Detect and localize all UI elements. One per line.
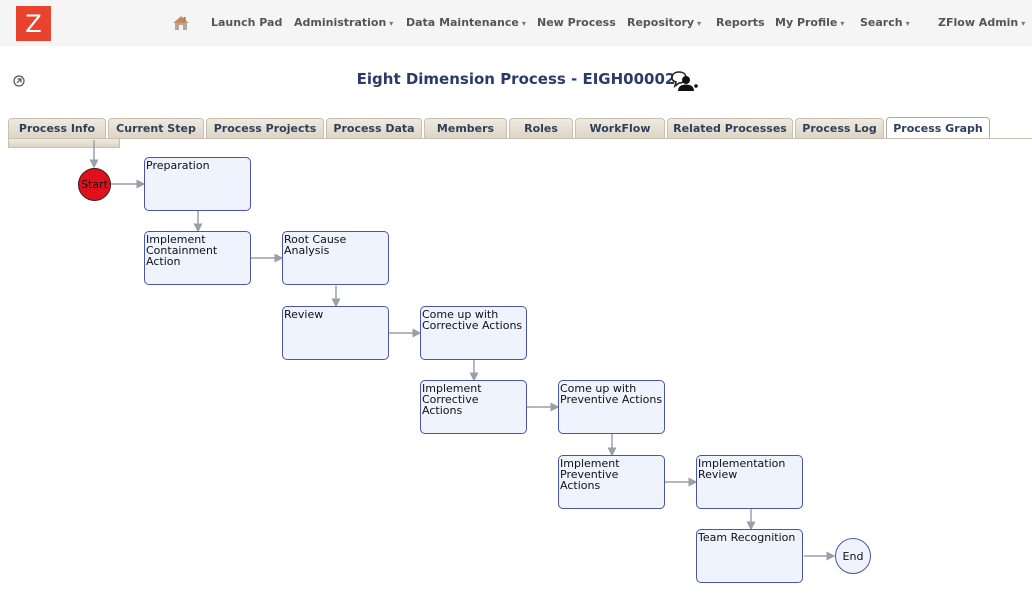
tab-label: Roles [524,122,558,135]
step-implementation-review[interactable]: Implementation Review [696,455,803,509]
nav-my-profile-label: My Profile [775,16,838,29]
tab-process-data[interactable]: Process Data [326,118,422,138]
chevron-down-icon: ▾ [521,19,526,28]
step-implement-containment-action[interactable]: Implement Containment Action [144,231,251,285]
home-icon[interactable] [172,14,190,32]
end-label: End [842,549,864,563]
tab-label: Process Data [333,122,415,135]
nav-user-menu-label: ZFlow Admin [938,16,1019,29]
nav-administration-label: Administration [294,16,387,29]
nav-data-maintenance[interactable]: Data Maintenance ▾ [406,16,526,29]
nav-reports[interactable]: Reports [716,16,765,29]
nav-data-maintenance-label: Data Maintenance [406,16,519,29]
page-title: Eight Dimension Process - EIGH00002 [356,70,676,88]
top-nav-bar: Z Launch Pad Administration ▾ Data Mainte… [0,0,1032,46]
step-implement-preventive-actions[interactable]: Implement Preventive Actions [558,455,665,509]
start-node[interactable]: Start [78,168,111,201]
step-review[interactable]: Review [282,306,389,360]
nav-search[interactable]: Search ▾ [860,16,910,29]
chevron-down-icon: ▾ [697,19,702,28]
chevron-down-icon: ▾ [840,19,845,28]
end-node[interactable]: End [835,538,871,574]
tab-workflow[interactable]: WorkFlow [575,118,665,138]
nav-administration[interactable]: Administration ▾ [294,16,393,29]
collapse-icon[interactable] [13,75,25,87]
tab-label: Related Processes [673,122,787,135]
tab-label: Members [436,122,495,135]
chevron-down-icon: ▾ [389,19,394,28]
tab-process-info[interactable]: Process Info [8,118,106,138]
tab-process-log[interactable]: Process Log [795,118,884,138]
nav-my-profile[interactable]: My Profile ▾ [775,16,844,29]
nav-new-process[interactable]: New Process [537,16,616,29]
step-root-cause-analysis[interactable]: Root Cause Analysis [282,231,389,285]
tab-roles[interactable]: Roles [509,118,573,138]
tab-related-processes[interactable]: Related Processes [667,118,793,138]
nav-launch-pad-label: Launch Pad [211,16,283,29]
nav-user-menu[interactable]: ZFlow Admin ▾ [938,16,1025,29]
tab-label: Current Step [116,122,196,135]
chevron-down-icon: ▾ [905,19,910,28]
tab-label: Process Projects [213,122,317,135]
step-come-up-with-corrective-actions[interactable]: Come up with Corrective Actions [420,306,527,360]
members-icon[interactable] [669,69,699,93]
tab-current-step[interactable]: Current Step [108,118,204,138]
start-label: Start [81,178,108,191]
tab-label: WorkFlow [589,122,651,135]
tab-divider [8,138,1032,139]
chevron-down-icon: ▾ [1021,19,1026,28]
tab-label: Process Graph [893,122,983,135]
process-graph: Start Preparation Implement Containment … [0,140,1032,607]
nav-repository[interactable]: Repository ▾ [627,16,701,29]
tab-process-graph[interactable]: Process Graph [886,117,990,139]
step-preparation[interactable]: Preparation [144,157,251,211]
tab-label: Process Info [18,122,96,135]
nav-new-process-label: New Process [537,16,616,29]
nav-reports-label: Reports [716,16,765,29]
page-title-row: Eight Dimension Process - EIGH00002 [0,70,1032,88]
tab-label: Process Log [802,122,877,135]
tab-process-projects[interactable]: Process Projects [206,118,324,138]
nav-launch-pad[interactable]: Launch Pad [211,16,282,29]
tab-members[interactable]: Members [424,118,507,138]
app-logo[interactable]: Z [16,6,51,41]
nav-repository-label: Repository [627,16,695,29]
nav-search-label: Search [860,16,903,29]
step-implement-corrective-actions[interactable]: Implement Corrective Actions [420,380,527,434]
step-come-up-with-preventive-actions[interactable]: Come up with Preventive Actions [558,380,665,434]
step-team-recognition[interactable]: Team Recognition [696,529,803,583]
